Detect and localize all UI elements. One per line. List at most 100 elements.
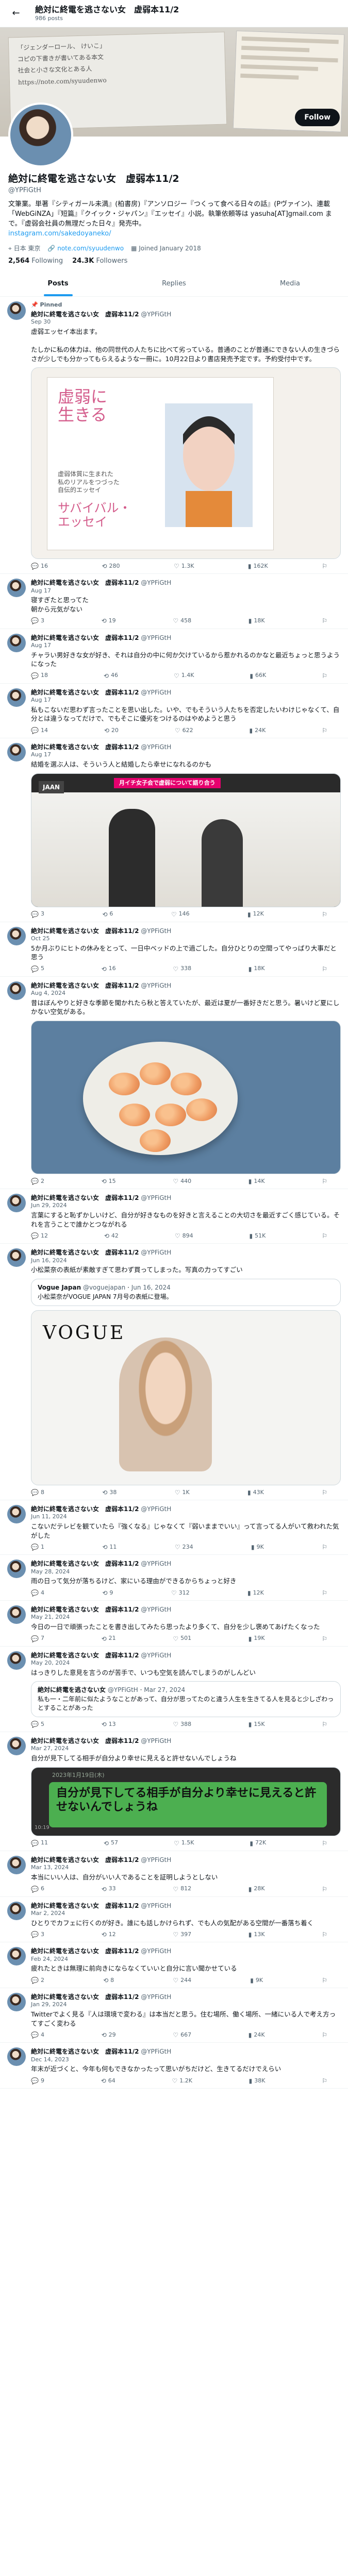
website[interactable]: 🔗 note.com/syuudenwo	[47, 244, 124, 252]
reply-button[interactable]: 💬 5	[31, 965, 44, 973]
bookmark-button[interactable]: ⚐	[322, 726, 327, 735]
post-date[interactable]: Aug 17	[31, 642, 341, 650]
views-button[interactable]: ▮ 13K	[248, 1930, 265, 1939]
bookmark-button[interactable]: ⚐	[322, 1839, 327, 1848]
post[interactable]: 絶対に終電を逃さない女 虚弱本11/2 @YPFiGtH Mar 13, 2024…	[0, 1851, 348, 1897]
views-button[interactable]: ▮ 15K	[248, 1720, 265, 1728]
views-button[interactable]: ▮ 18K	[248, 617, 265, 625]
post-author-name[interactable]: 絶対に終電を逃さない女 虚弱本11/2	[31, 1560, 139, 1567]
post-author-handle[interactable]: @YPFiGtH	[141, 1856, 171, 1863]
post-author-name[interactable]: 絶対に終電を逃さない女 虚弱本11/2	[31, 311, 139, 318]
post[interactable]: 絶対に終電を逃さない女 虚弱本11/2 @YPFiGtH Jun 11, 2024…	[0, 1500, 348, 1555]
reply-button[interactable]: 💬 5	[31, 1720, 44, 1728]
views-button[interactable]: ▮ 162K	[248, 562, 268, 570]
post-author-handle[interactable]: @YPFiGtH	[141, 1993, 171, 2001]
avatar[interactable]	[7, 301, 26, 320]
post-author-handle[interactable]: @YPFiGtH	[141, 1606, 171, 1613]
post-date[interactable]: Jun 16, 2024	[31, 1257, 341, 1265]
avatar[interactable]	[7, 1560, 26, 1579]
post-author-name[interactable]: 絶対に終電を逃さない女 虚弱本11/2	[31, 1606, 139, 1613]
post[interactable]: 絶対に終電を逃さない女 虚弱本11/2 @YPFiGtH Aug 17 チャラい男好…	[0, 629, 348, 684]
repost-button[interactable]: ⟲ 57	[104, 1839, 118, 1848]
reply-button[interactable]: 💬 18	[31, 672, 48, 680]
post-author-handle[interactable]: @YPFiGtH	[141, 689, 171, 696]
post[interactable]: 絶対に終電を逃さない女 虚弱本11/2 @YPFiGtH Oct 25 5か月ぶりに…	[0, 922, 348, 977]
post-author-handle[interactable]: @YPFiGtH	[141, 1505, 171, 1513]
reply-button[interactable]: 💬 2	[31, 1976, 44, 1985]
repost-button[interactable]: ⟲ 46	[104, 672, 118, 680]
post-date[interactable]: Aug 17	[31, 587, 341, 595]
tab-media[interactable]: Media	[232, 272, 348, 296]
post-author-name[interactable]: 絶対に終電を逃さない女 虚弱本11/2	[31, 689, 139, 696]
bookmark-button[interactable]: ⚐	[322, 1589, 327, 1597]
post[interactable]: 📌 Pinned 絶対に終電を逃さない女 虚弱本11/2 @YPFiGtH Sep …	[0, 297, 348, 574]
reply-button[interactable]: 💬 1	[31, 1543, 44, 1551]
repost-button[interactable]: ⟲ 13	[102, 1720, 116, 1728]
views-button[interactable]: ▮ 19K	[248, 1635, 265, 1643]
post-author-handle[interactable]: @YPFiGtH	[141, 311, 171, 318]
repost-button[interactable]: ⟲ 8	[103, 1976, 114, 1985]
post-author-handle[interactable]: @YPFiGtH	[141, 634, 171, 641]
repost-button[interactable]: ⟲ 33	[102, 1885, 116, 1893]
bookmark-button[interactable]: ⚐	[322, 1635, 327, 1643]
post-author-name[interactable]: 絶対に終電を逃さない女 虚弱本11/2	[31, 634, 139, 641]
post-author-name[interactable]: 絶対に終電を逃さない女 虚弱本11/2	[31, 982, 139, 989]
avatar[interactable]	[7, 1993, 26, 2012]
avatar[interactable]	[7, 1505, 26, 1524]
repost-button[interactable]: ⟲ 38	[102, 1488, 117, 1497]
avatar[interactable]	[7, 1248, 26, 1267]
avatar[interactable]	[7, 1901, 26, 1920]
like-button[interactable]: ♡ 312	[171, 1589, 190, 1597]
post-author-name[interactable]: 絶対に終電を逃さない女 虚弱本11/2	[31, 1249, 139, 1256]
repost-button[interactable]: ⟲ 29	[102, 2031, 116, 2039]
post[interactable]: 絶対に終電を逃さない女 虚弱本11/2 @YPFiGtH Aug 4, 2024 昔…	[0, 977, 348, 1190]
bookmark-button[interactable]: ⚐	[322, 1232, 327, 1240]
post[interactable]: 絶対に終電を逃さない女 虚弱本11/2 @YPFiGtH Mar 27, 2024…	[0, 1732, 348, 1851]
post[interactable]: 絶対に終電を逃さない女 虚弱本11/2 @YPFiGtH Aug 17 私もこないだ…	[0, 684, 348, 739]
repost-button[interactable]: ⟲ 280	[102, 562, 120, 570]
avatar[interactable]	[7, 1605, 26, 1624]
quoted-post[interactable]: 絶対に終電を逃さない女 @YPFiGtH · Mar 27, 2024 私も一・二…	[31, 1681, 341, 1718]
post-date[interactable]: Mar 27, 2024	[31, 1745, 341, 1753]
video-thumbnail[interactable]: JAAN 月イチ女子会で虚弱について語り合う	[31, 773, 341, 907]
bookmark-button[interactable]: ⚐	[322, 2031, 327, 2039]
repost-button[interactable]: ⟲ 11	[102, 1543, 117, 1551]
reply-button[interactable]: 💬 2	[31, 1177, 44, 1185]
post-date[interactable]: Aug 4, 2024	[31, 990, 341, 997]
arrow-left-icon[interactable]: ←	[7, 5, 25, 22]
bookmark-button[interactable]: ⚐	[322, 617, 327, 625]
avatar[interactable]	[7, 1947, 26, 1966]
post-author-name[interactable]: 絶対に終電を逃さない女 虚弱本11/2	[31, 1947, 139, 1955]
repost-button[interactable]: ⟲ 19	[102, 617, 116, 625]
post-author-handle[interactable]: @YPFiGtH	[141, 1652, 171, 1659]
like-button[interactable]: ♡ 812	[173, 1885, 191, 1893]
views-button[interactable]: ▮ 66K	[250, 672, 266, 680]
avatar[interactable]	[7, 1737, 26, 1756]
post[interactable]: 絶対に終電を逃さない女 虚弱本11/2 @YPFiGtH Aug 17 寝すぎたと思…	[0, 574, 348, 629]
views-button[interactable]: ▮ 38K	[249, 2077, 266, 2085]
reply-button[interactable]: 💬 4	[31, 1589, 44, 1597]
like-button[interactable]: ♡ 244	[173, 1976, 191, 1985]
post[interactable]: 絶対に終電を逃さない女 虚弱本11/2 @YPFiGtH May 21, 2024…	[0, 1601, 348, 1647]
avatar[interactable]	[7, 579, 26, 598]
bookmark-button[interactable]: ⚐	[322, 2077, 327, 2085]
repost-button[interactable]: ⟲ 12	[102, 1930, 116, 1939]
bookmark-button[interactable]: ⚐	[322, 1720, 327, 1728]
post[interactable]: 絶対に終電を逃さない女 虚弱本11/2 @YPFiGtH Feb 24, 2024…	[0, 1942, 348, 1989]
reply-button[interactable]: 💬 7	[31, 1635, 44, 1643]
post[interactable]: 絶対に終電を逃さない女 虚弱本11/2 @YPFiGtH Jan 29, 2024…	[0, 1988, 348, 2043]
like-button[interactable]: ♡ 458	[173, 617, 191, 625]
views-button[interactable]: ▮ 18K	[248, 965, 265, 973]
views-button[interactable]: ▮ 28K	[248, 1885, 265, 1893]
views-button[interactable]: ▮ 12K	[247, 1589, 264, 1597]
bookmark-button[interactable]: ⚐	[322, 562, 327, 570]
avatar[interactable]	[7, 1651, 26, 1670]
like-button[interactable]: ♡ 894	[175, 1232, 193, 1240]
followers-link[interactable]: 24.3K Followers	[72, 257, 127, 266]
post-date[interactable]: Dec 14, 2023	[31, 2056, 341, 2064]
avatar[interactable]	[7, 981, 26, 1000]
like-button[interactable]: ♡ 338	[173, 965, 191, 973]
avatar[interactable]	[8, 103, 73, 167]
avatar[interactable]	[7, 633, 26, 652]
follow-button[interactable]: Follow	[295, 109, 340, 126]
